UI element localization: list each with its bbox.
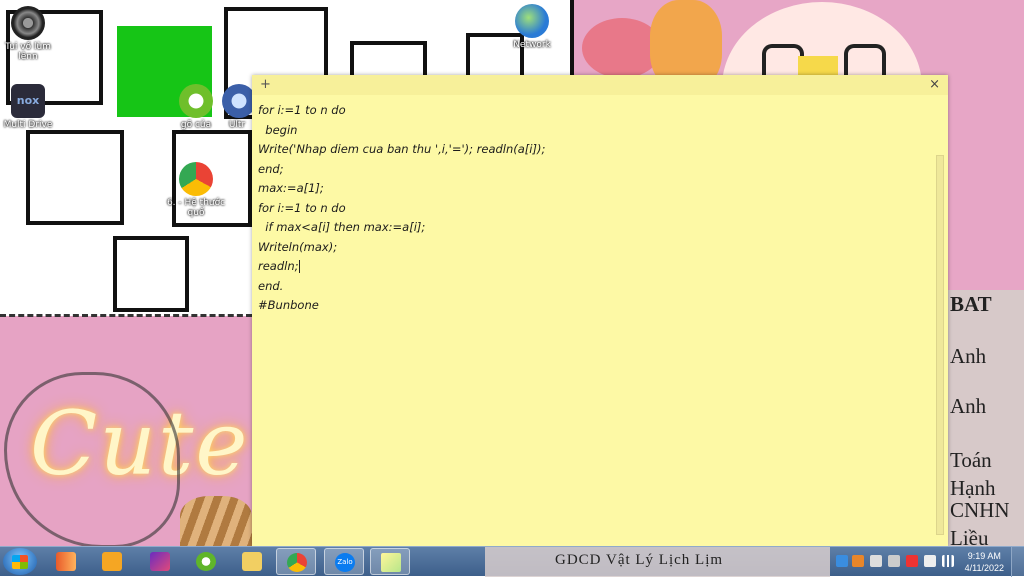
folder-icon	[242, 552, 262, 571]
taskbar-app-explorer[interactable]	[232, 548, 272, 575]
sticky-note-text-area[interactable]: for i:=1 to n do begin Write('Nhap diem …	[258, 101, 924, 541]
sticky-note-scrollbar[interactable]	[936, 155, 944, 535]
zalo-icon: Zalo	[335, 553, 355, 572]
desktop-shortcut[interactable]: 6. - Hệ thước quố	[166, 162, 226, 218]
speaker-icon	[56, 552, 76, 571]
wallpaper-note-text: BAT	[950, 292, 992, 316]
taskbar-app-volume[interactable]	[46, 548, 86, 575]
taskbar-app-sticky-notes[interactable]	[370, 548, 410, 575]
code-line-with-caret: readln;	[258, 257, 924, 277]
clock-date: 4/11/2022	[964, 563, 1004, 573]
sticky-note-window[interactable]: + × for i:=1 to n do begin Write('Nhap d…	[252, 75, 948, 546]
code-line: if max<a[i] then max:=a[i];	[258, 220, 426, 234]
desktop-shortcut[interactable]: gõ của	[166, 84, 226, 130]
desktop-shortcut-label: 6. - Hệ thước quố	[166, 198, 226, 218]
sticky-note-header[interactable]: + ×	[252, 75, 948, 95]
vertical-line	[570, 0, 574, 80]
dashed-divider	[0, 314, 252, 317]
taskbar-clock[interactable]: 9:19 AM 4/11/2022	[965, 550, 1004, 574]
outline-square	[26, 130, 124, 225]
text-caret	[298, 260, 300, 273]
windows-logo-icon	[12, 555, 28, 569]
taskbar: Zalo GDCD Vật Lý Lịch Lịm 9:19 AM 4/11/2…	[0, 546, 1024, 577]
new-note-button[interactable]: +	[260, 77, 271, 92]
code-line: #Bunbone	[258, 298, 319, 312]
taskbar-app-unikey[interactable]	[186, 548, 226, 575]
chrome-icon	[179, 162, 213, 196]
code-line: end;	[258, 161, 284, 176]
media-player-icon	[102, 552, 122, 571]
code-line-text: readln;	[258, 259, 299, 273]
striped-cat-shape	[180, 496, 252, 546]
code-line: max:=a[1];	[258, 181, 324, 195]
cat-ear-right	[844, 44, 886, 78]
taskbar-app-zalo[interactable]: Zalo	[324, 548, 364, 575]
code-line: end.	[258, 278, 284, 293]
desktop-shortcut-label: Tui vồ lùm lênn	[5, 42, 51, 62]
desktop-shortcut[interactable]: nox Multi Drive	[0, 84, 58, 130]
taskbar-app-media[interactable]	[92, 548, 132, 575]
taskbar-app-game[interactable]	[140, 548, 180, 575]
network-icon	[515, 4, 549, 38]
signal-tray-icon[interactable]	[942, 555, 954, 567]
code-line: Writeln(max);	[258, 239, 338, 254]
close-note-button[interactable]: ×	[929, 77, 940, 92]
zalo-tray-icon[interactable]	[836, 555, 848, 567]
desktop-shortcut[interactable]: Ultr	[222, 84, 252, 130]
app-tray-icon[interactable]	[852, 555, 864, 567]
wallpaper-note-text: Anh	[950, 394, 987, 418]
ultraviewer-icon	[222, 84, 252, 118]
alert-tray-icon[interactable]	[906, 555, 918, 567]
start-button[interactable]	[3, 548, 37, 575]
desktop-shortcut[interactable]: Network	[502, 4, 562, 50]
code-line: for i:=1 to n do	[258, 200, 346, 215]
code-line: Write('Nhap diem cua ban thu ',i,'='); r…	[258, 142, 546, 156]
show-desktop-button[interactable]	[1011, 547, 1024, 577]
cat-crown-shape	[798, 56, 838, 76]
speaker-icon	[11, 6, 45, 40]
speaker-tray-icon[interactable]	[888, 555, 900, 567]
desktop-shortcut-label: gõ của	[180, 120, 212, 130]
outline-square	[113, 236, 189, 312]
battery-tray-icon[interactable]	[924, 555, 936, 567]
desktop-shortcut-label: Multi Drive	[3, 120, 53, 130]
unikey-icon	[196, 552, 216, 571]
desktop-shortcut[interactable]: Tui vồ lùm lênn	[0, 6, 58, 62]
unikey-icon	[179, 84, 213, 118]
desktop-shortcut-label: Network	[513, 40, 551, 50]
taskbar-app-chrome[interactable]	[276, 548, 316, 575]
desktop-shortcut-label: Ultr	[228, 120, 246, 130]
code-line: for i:=1 to n do	[258, 103, 346, 117]
wallpaper-note-text: CNHN	[950, 498, 1010, 522]
game-icon	[150, 552, 170, 571]
sticky-notes-icon	[381, 553, 401, 572]
nox-icon: nox	[11, 84, 45, 118]
tray-overlay-text: GDCD Vật Lý Lịch Lịm	[555, 552, 724, 568]
volume-tray-icon[interactable]	[870, 555, 882, 567]
chrome-icon	[287, 553, 307, 572]
wallpaper-note-text: Anh	[950, 344, 987, 368]
wallpaper-note-text: Liều	[950, 526, 989, 546]
clock-time: 9:19 AM	[967, 551, 1001, 561]
wallpaper-note-text: Toán	[950, 448, 992, 472]
code-line: begin	[258, 122, 298, 137]
